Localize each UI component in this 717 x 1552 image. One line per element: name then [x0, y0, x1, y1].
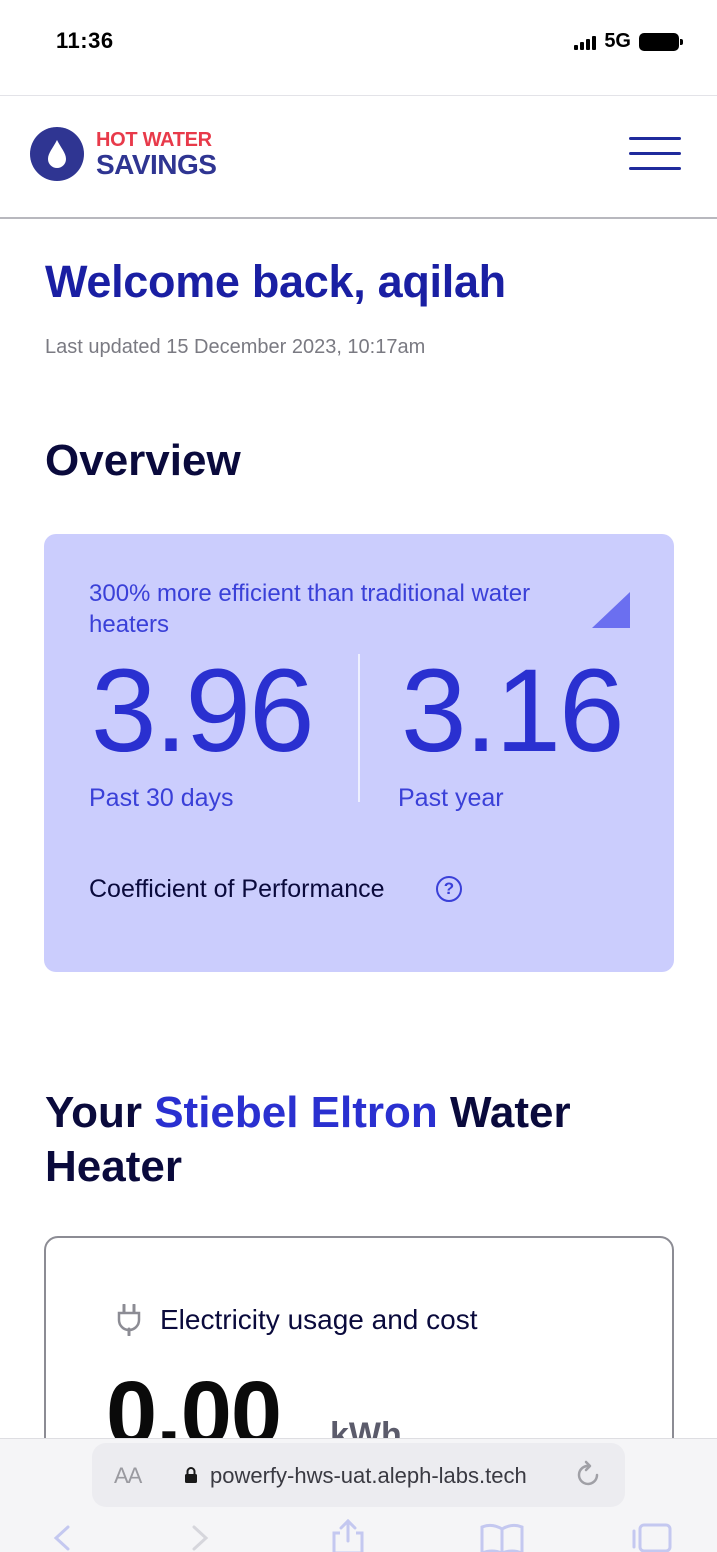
share-icon[interactable] — [330, 1519, 366, 1552]
page-title: Welcome back, aqilah — [45, 256, 506, 307]
text-size-icon[interactable]: AA — [114, 1463, 142, 1489]
cop-value-30-days: 3.96 — [91, 645, 315, 777]
label-past-year: Past year — [398, 784, 504, 812]
logo-line2: SAVINGS — [96, 148, 217, 180]
overview-heading: Overview — [45, 436, 241, 485]
status-indicators: 5G — [574, 30, 683, 53]
app-header: HOT WATER SAVINGS — [0, 97, 717, 219]
water-drop-icon — [30, 127, 84, 181]
heater-heading-prefix: Your — [45, 1088, 155, 1137]
label-30-days: Past 30 days — [89, 784, 234, 812]
cop-metric-label: Coefficient of Performance — [89, 875, 385, 903]
corner-triangle-icon — [592, 592, 630, 628]
status-bar: 11:36 5G — [0, 0, 717, 96]
network-type: 5G — [604, 30, 631, 52]
bookmarks-icon[interactable] — [480, 1523, 524, 1552]
lock-icon — [185, 1467, 197, 1483]
efficiency-text: 300% more efficient than traditional wat… — [89, 580, 531, 638]
last-updated-text: Last updated 15 December 2023, 10:17am — [45, 336, 426, 358]
forward-icon[interactable] — [188, 1523, 214, 1552]
tabs-icon[interactable] — [632, 1523, 672, 1552]
battery-icon — [639, 32, 683, 51]
logo-wordmark: HOT WATER SAVINGS — [96, 128, 217, 180]
back-icon[interactable] — [48, 1523, 74, 1552]
cop-card: 300% more efficient than traditional wat… — [44, 534, 674, 972]
plug-icon — [117, 1304, 141, 1336]
hot-water-savings-logo[interactable]: HOT WATER SAVINGS — [30, 127, 217, 181]
hamburger-menu-icon[interactable] — [629, 137, 681, 171]
heater-brand: Stiebel Eltron — [154, 1088, 438, 1137]
cop-divider — [358, 654, 360, 802]
address-bar[interactable]: AA powerfy-hws-uat.aleph-labs.tech — [92, 1443, 625, 1507]
question-circle-icon[interactable]: ? — [436, 876, 462, 902]
heater-heading: Your Stiebel Eltron Water Heater — [45, 1086, 665, 1194]
cop-value-past-year: 3.16 — [401, 645, 625, 777]
url-text: powerfy-hws-uat.aleph-labs.tech — [210, 1463, 527, 1488]
reload-icon[interactable] — [575, 1459, 603, 1489]
browser-toolbar: AA powerfy-hws-uat.aleph-labs.tech — [0, 1438, 717, 1552]
status-time: 11:36 — [56, 28, 114, 53]
usage-card-title: Electricity usage and cost — [160, 1304, 478, 1335]
logo-line1: HOT WATER — [96, 128, 212, 151]
signal-strength-icon — [574, 34, 597, 50]
